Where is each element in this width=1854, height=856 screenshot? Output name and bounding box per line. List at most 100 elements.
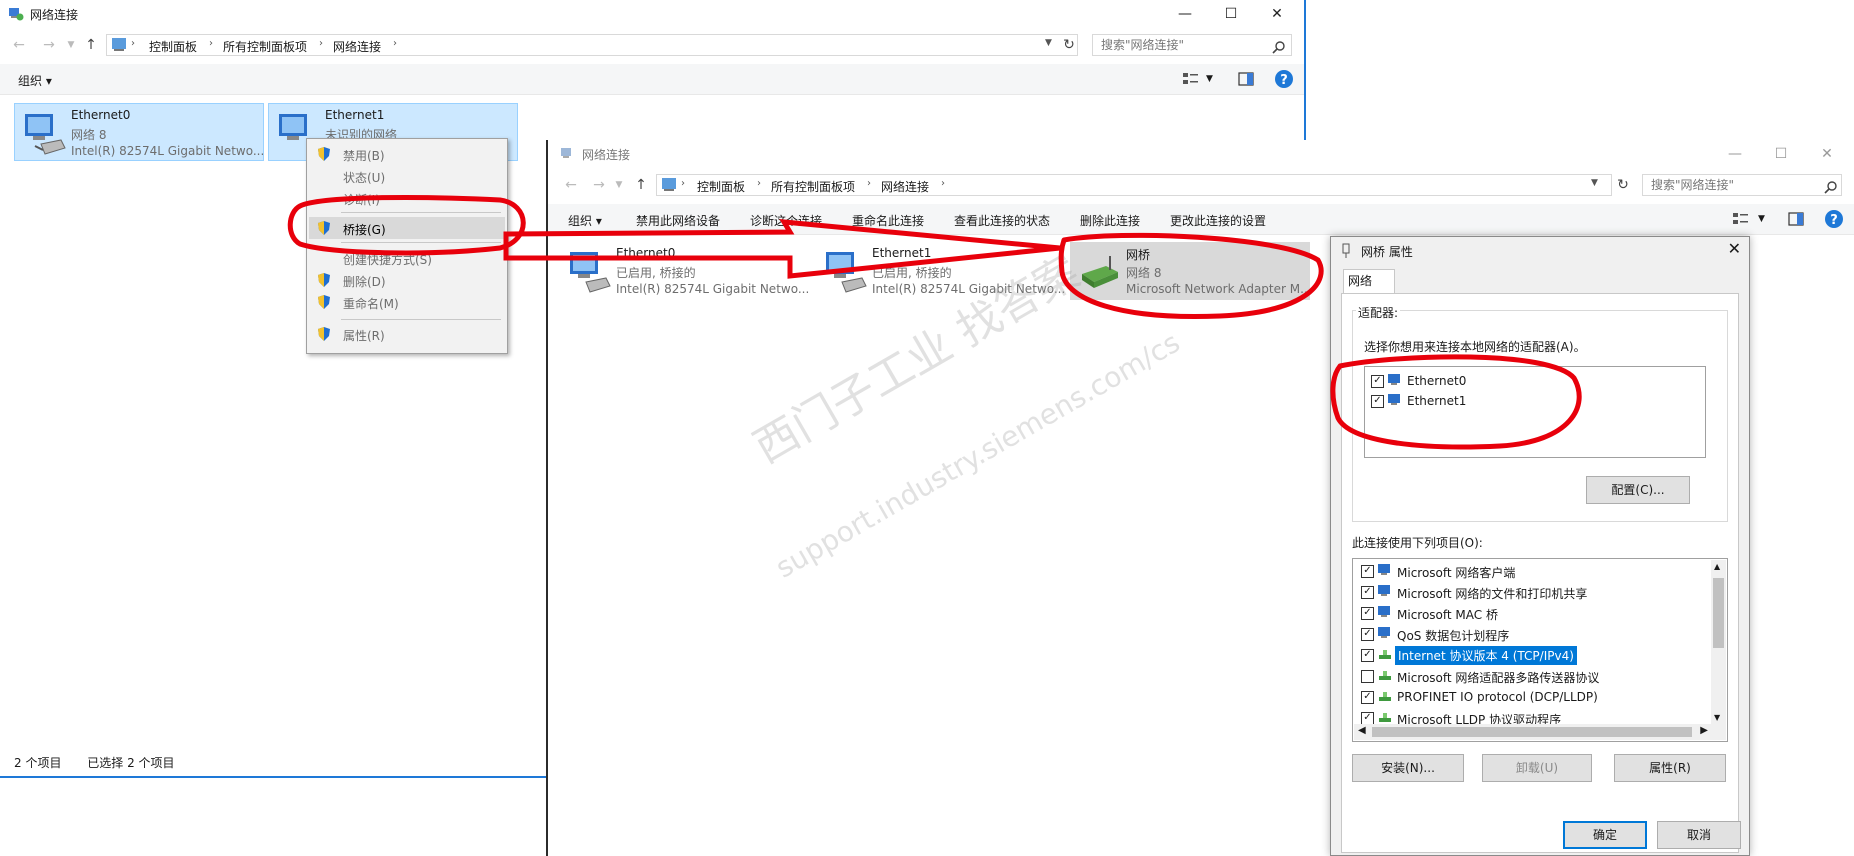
recent-dropdown-icon[interactable]: ▼ — [610, 176, 628, 194]
organize-menu[interactable]: 组织 ▾ — [568, 212, 602, 229]
address-input[interactable]: › 控制面板 › 所有控制面板项 › 网络连接 › ▼ — [106, 34, 1078, 56]
cmd-rename[interactable]: 重命名此连接 — [852, 212, 924, 229]
breadcrumb-control-panel[interactable]: 控制面板 — [697, 178, 745, 195]
scroll-up-icon[interactable]: ▲ — [1714, 562, 1720, 571]
vertical-scrollbar[interactable]: ▲ ▼ — [1711, 560, 1726, 724]
scroll-thumb[interactable] — [1713, 578, 1724, 648]
view-dropdown-icon[interactable]: ▼ — [1758, 214, 1765, 224]
menu-item-disable[interactable]: 禁用(B) — [309, 143, 505, 165]
address-dropdown-icon[interactable]: ▼ — [1591, 178, 1598, 188]
svg-text:?: ? — [1280, 73, 1288, 88]
organize-menu[interactable]: 组织 ▾ — [18, 72, 52, 89]
scroll-down-icon[interactable]: ▼ — [1714, 713, 1720, 722]
help-icon[interactable]: ? — [1824, 209, 1844, 229]
search-input[interactable]: 搜索"网络连接" — [1642, 174, 1842, 196]
cancel-button[interactable]: 取消 — [1657, 821, 1741, 849]
menu-item-delete[interactable]: 删除(D) — [309, 269, 505, 291]
window-title: 网络连接 — [30, 8, 79, 22]
search-icon[interactable] — [1824, 180, 1838, 194]
search-input[interactable]: 搜索"网络连接" — [1092, 34, 1292, 56]
menu-item-diagnose[interactable]: 诊断(I) — [309, 187, 505, 209]
breadcrumb-network-connections[interactable]: 网络连接 — [333, 38, 381, 55]
menu-item-label: 状态(U) — [343, 171, 386, 185]
ok-button[interactable]: 确定 — [1563, 821, 1647, 849]
search-icon[interactable] — [1272, 40, 1286, 54]
cmd-disable-device[interactable]: 禁用此网络设备 — [636, 212, 720, 229]
checkbox[interactable]: ✓ — [1361, 628, 1374, 641]
horizontal-scrollbar[interactable]: ◀ ▶ — [1354, 724, 1726, 740]
menu-item-status[interactable]: 状态(U) — [309, 165, 505, 187]
menu-item-rename[interactable]: 重命名(M) — [309, 291, 505, 313]
close-button[interactable]: ✕ — [1254, 0, 1300, 28]
checkbox[interactable]: ✓ — [1371, 375, 1384, 388]
checkbox[interactable]: ✓ — [1361, 691, 1374, 704]
back-arrow-icon[interactable]: ← — [562, 176, 580, 194]
forward-arrow-icon[interactable]: → — [40, 36, 58, 54]
control-panel-icon — [662, 178, 676, 191]
address-dropdown-icon[interactable]: ▼ — [1045, 38, 1052, 48]
minimize-button[interactable]: — — [1162, 0, 1208, 28]
connection-ethernet0[interactable]: Ethernet0 网络 8 Intel(R) 82574L Gigabit N… — [14, 103, 264, 161]
menu-item-create-shortcut[interactable]: 创建快捷方式(S) — [309, 247, 505, 269]
maximize-button[interactable]: ☐ — [1758, 140, 1804, 168]
view-options-icon[interactable] — [1732, 211, 1750, 227]
address-input[interactable]: › 控制面板 › 所有控制面板项 › 网络连接 › ▼ — [656, 174, 1612, 196]
cmd-delete[interactable]: 删除此连接 — [1080, 212, 1140, 229]
menu-item-properties[interactable]: 属性(R) — [309, 323, 505, 345]
view-dropdown-icon[interactable]: ▼ — [1206, 74, 1213, 84]
configure-button[interactable]: 配置(C)... — [1586, 476, 1690, 504]
breadcrumb-network-connections[interactable]: 网络连接 — [881, 178, 929, 195]
connection-ethernet1[interactable]: Ethernet1 已启用, 桥接的 Intel(R) 82574L Gigab… — [816, 242, 1066, 300]
menu-divider — [341, 319, 501, 320]
connection-ethernet0[interactable]: Ethernet0 已启用, 桥接的 Intel(R) 82574L Gigab… — [560, 242, 810, 300]
checkbox[interactable]: ✓ — [1361, 586, 1374, 599]
title-bar[interactable]: 网络连接 — ☐ ✕ — [0, 0, 1304, 28]
up-arrow-icon[interactable]: ↑ — [632, 176, 650, 194]
checkbox[interactable]: ✓ — [1361, 565, 1374, 578]
breadcrumb-all-items[interactable]: 所有控制面板项 — [771, 178, 855, 195]
menu-divider — [341, 242, 501, 243]
checkbox[interactable] — [1361, 670, 1374, 683]
connection-device: Microsoft Network Adapter M... — [1126, 282, 1312, 296]
back-arrow-icon[interactable]: ← — [10, 36, 28, 54]
properties-button[interactable]: 属性(R) — [1614, 754, 1726, 782]
refresh-icon[interactable]: ↻ — [1614, 176, 1632, 194]
network-adapter-icon — [25, 114, 66, 155]
checkbox[interactable]: ✓ — [1361, 649, 1374, 662]
scroll-thumb[interactable] — [1372, 727, 1692, 737]
close-icon[interactable]: ✕ — [1728, 239, 1741, 258]
install-button[interactable]: 安装(N)... — [1352, 754, 1464, 782]
tab-network[interactable]: 网络 — [1343, 269, 1395, 294]
cmd-diagnose[interactable]: 诊断这个连接 — [750, 212, 822, 229]
forward-arrow-icon[interactable]: → — [590, 176, 608, 194]
preview-pane-icon[interactable] — [1788, 212, 1804, 226]
close-button[interactable]: ✕ — [1804, 140, 1850, 168]
view-options-icon[interactable] — [1182, 71, 1200, 87]
refresh-icon[interactable]: ↻ — [1060, 36, 1078, 54]
cmd-change-settings[interactable]: 更改此连接的设置 — [1170, 212, 1266, 229]
adapter-label: Ethernet0 — [1407, 374, 1467, 388]
up-arrow-icon[interactable]: ↑ — [82, 36, 100, 54]
connection-bridge[interactable]: 网桥 网络 8 Microsoft Network Adapter M... — [1070, 242, 1312, 300]
minimize-button[interactable]: — — [1712, 140, 1758, 168]
cmd-view-status[interactable]: 查看此连接的状态 — [954, 212, 1050, 229]
menu-item-label: 创建快捷方式(S) — [343, 253, 432, 267]
breadcrumb-control-panel[interactable]: 控制面板 — [149, 38, 197, 55]
preview-pane-icon[interactable] — [1238, 72, 1254, 86]
network-adapter-icon — [1388, 394, 1400, 405]
items-label: 此连接使用下列项目(O): — [1352, 536, 1483, 550]
scroll-right-icon[interactable]: ▶ — [1700, 725, 1708, 736]
title-bar[interactable]: 网络连接 — ☐ ✕ — [548, 140, 1854, 168]
breadcrumb-all-items[interactable]: 所有控制面板项 — [223, 38, 307, 55]
scroll-left-icon[interactable]: ◀ — [1358, 725, 1366, 736]
bridge-icon — [1342, 243, 1350, 258]
menu-item-bridge[interactable]: 桥接(G) — [309, 217, 505, 239]
checkbox[interactable]: ✓ — [1361, 607, 1374, 620]
help-icon[interactable]: ? — [1274, 69, 1294, 89]
menu-item-label: 属性(R) — [343, 329, 385, 343]
recent-dropdown-icon[interactable]: ▼ — [62, 36, 80, 54]
maximize-button[interactable]: ☐ — [1208, 0, 1254, 28]
network-adapter-icon — [570, 252, 611, 293]
checkbox[interactable]: ✓ — [1371, 395, 1384, 408]
component-label: Microsoft 网络适配器多路传送器协议 — [1397, 671, 1600, 685]
